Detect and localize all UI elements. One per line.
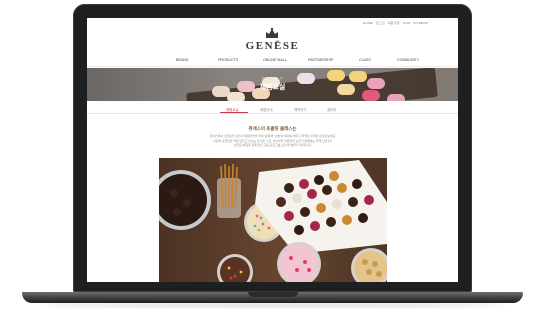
utility-links: HOME 로그인 회원가입 JOIN SITEMAP bbox=[361, 21, 428, 25]
crown-icon bbox=[266, 27, 278, 38]
util-link-join[interactable]: JOIN bbox=[403, 21, 411, 25]
macaron bbox=[387, 94, 405, 101]
laptop-notch bbox=[248, 292, 298, 297]
laptop-frame: HOME 로그인 회원가입 JOIN SITEMAP GENĒSE BRAND … bbox=[0, 0, 545, 309]
section-description: 쥬네스에서 초콜릿을 만들기 체험학습을 하며 '함께'와 '나눔'의 의미를 … bbox=[182, 134, 363, 148]
util-link-sitemap[interactable]: SITEMAP bbox=[413, 21, 428, 25]
laptop-shadow bbox=[40, 303, 505, 307]
nav-divider bbox=[87, 66, 458, 67]
hero-subtitle: C L A S S bbox=[261, 76, 284, 80]
nav-item-partnership[interactable]: PARTNERSHIP bbox=[308, 58, 333, 62]
site-logo[interactable]: GENĒSE bbox=[87, 40, 458, 52]
macaron bbox=[227, 92, 245, 101]
util-link-login[interactable]: 로그인 bbox=[376, 21, 385, 25]
tab-gallery[interactable]: 갤러리 bbox=[327, 107, 336, 112]
nav-item-online-mall[interactable]: ONLINE MALL bbox=[263, 58, 287, 62]
util-link-home[interactable]: HOME bbox=[363, 21, 373, 25]
nav-item-community[interactable]: COMMUNITY bbox=[397, 58, 419, 62]
main-nav: BRAND PRODUCTS ONLINE MALL PARTNERSHIP C… bbox=[87, 58, 458, 64]
tab-guide[interactable]: 체험안내 bbox=[260, 107, 272, 112]
nav-item-brand[interactable]: BRAND bbox=[176, 58, 189, 62]
description-line: 초콜릿 체험과 함께 알찬 교육 프로그램으로 여러분을 기다립니다 bbox=[233, 143, 312, 148]
tab-divider bbox=[87, 113, 458, 114]
section-title: 쥬네스의 초콜릿 클래스는 bbox=[248, 126, 297, 131]
hero-title: 체험교실 bbox=[259, 84, 286, 91]
screen: HOME 로그인 회원가입 JOIN SITEMAP GENĒSE BRAND … bbox=[87, 18, 458, 282]
nav-item-class[interactable]: CLASS bbox=[359, 58, 371, 62]
chocolate-class-photo bbox=[159, 158, 387, 282]
hero-banner: C L A S S 체험교실 bbox=[87, 68, 458, 101]
util-link-register[interactable]: 회원가입 bbox=[388, 21, 400, 25]
active-tab-indicator bbox=[220, 112, 248, 113]
tab-reservation[interactable]: 예약하기 bbox=[294, 107, 306, 112]
nav-item-products[interactable]: PRODUCTS bbox=[218, 58, 238, 62]
